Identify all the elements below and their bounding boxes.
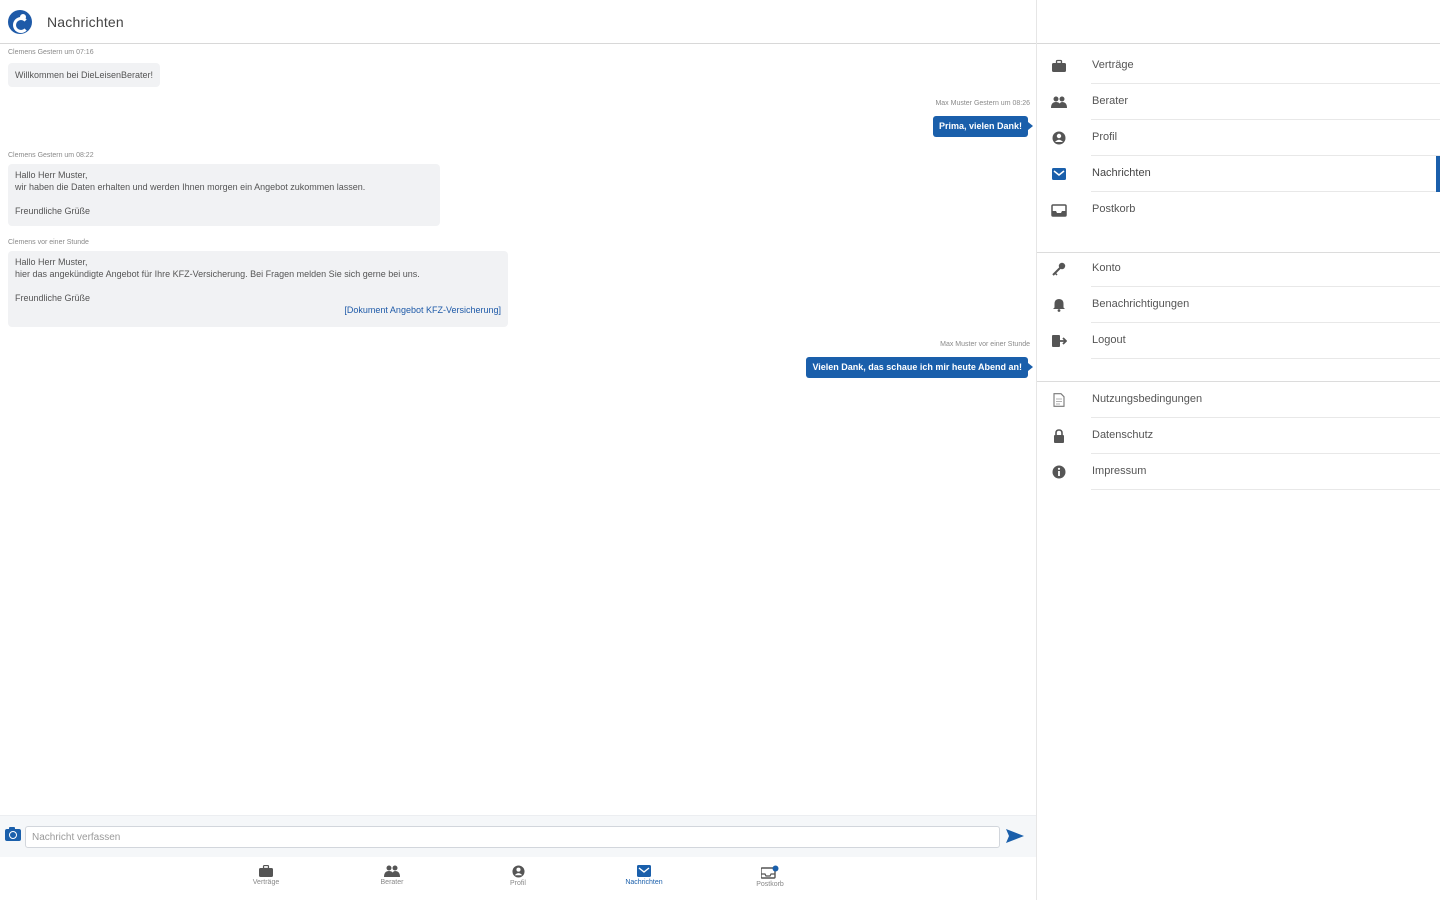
message-list[interactable]: Clemens Gestern um 07:16 Willkommen bei … (0, 45, 1036, 813)
message-text: Willkommen bei DieLeisenBerater! (15, 70, 154, 80)
message-meta: Max Muster Gestern um 08:26 (935, 100, 1030, 107)
camera-icon[interactable] (5, 827, 21, 841)
app-logo[interactable] (8, 9, 32, 34)
message-bubble-outgoing: Vielen Dank, das schaue ich mir heute Ab… (806, 357, 1033, 378)
tab-vertraege[interactable]: Verträge (226, 861, 306, 886)
info-icon (1052, 465, 1066, 479)
mail-icon (1052, 168, 1066, 180)
menu-item-nachrichten[interactable]: Nachrichten (1037, 156, 1440, 192)
lock-icon (1054, 429, 1064, 443)
menu-item-berater[interactable]: Berater (1037, 84, 1440, 120)
menu-item-benachrichtigungen[interactable]: Benachrichtigungen (1037, 287, 1440, 323)
menu-item-vertraege[interactable]: Verträge (1037, 48, 1440, 84)
divider (1091, 489, 1440, 490)
user-circle-icon (1052, 131, 1066, 145)
briefcase-icon (259, 865, 273, 877)
active-indicator (1436, 156, 1440, 192)
message-text: wir haben die Daten erhalten und werden … (15, 182, 366, 192)
mail-icon (637, 865, 651, 877)
key-icon (1052, 262, 1066, 276)
tab-berater[interactable]: Berater (352, 861, 432, 886)
side-menu: Verträge Berater Profil Nachrichten Post… (1036, 0, 1440, 900)
menu-item-label: Verträge (1092, 59, 1134, 71)
page-title: Nachrichten (47, 13, 124, 30)
menu-item-label: Postkorb (1092, 203, 1136, 215)
message-text: hier das angekündigte Angebot für Ihre K… (15, 269, 420, 279)
tab-profil[interactable]: Profil (478, 861, 558, 887)
divider (1091, 358, 1440, 359)
menu-item-logout[interactable]: Logout (1037, 323, 1440, 359)
logout-icon (1052, 335, 1067, 347)
user-circle-icon (511, 865, 525, 878)
briefcase-icon (1052, 59, 1066, 72)
app-header: Nachrichten (0, 0, 1036, 44)
app-window: Nachrichten Clemens Gestern um 07:16 Wil… (0, 0, 1440, 900)
tab-label: Postkorb (756, 881, 784, 888)
chat-panel: Nachrichten Clemens Gestern um 07:16 Wil… (0, 0, 1036, 900)
menu-item-label: Nachrichten (1092, 167, 1151, 179)
tab-nachrichten[interactable]: Nachrichten (604, 861, 684, 886)
menu-header (1037, 0, 1440, 44)
send-icon[interactable] (1005, 828, 1025, 844)
inbox-icon (1051, 204, 1067, 217)
menu-item-impressum[interactable]: Impressum (1037, 454, 1440, 490)
bell-icon (1053, 299, 1065, 312)
tab-label: Verträge (252, 879, 280, 886)
message-bubble-incoming: Willkommen bei DieLeisenBerater! (8, 63, 161, 87)
message-input[interactable] (25, 826, 1000, 848)
tab-label: Berater (380, 879, 404, 886)
message-meta: Clemens Gestern um 07:16 (8, 49, 94, 56)
message-composer (0, 815, 1036, 857)
menu-item-label: Benachrichtigungen (1092, 298, 1190, 310)
message-closing: Freundliche Grüße (15, 293, 91, 303)
document-icon (1053, 393, 1065, 407)
menu-item-profil[interactable]: Profil (1037, 120, 1440, 156)
menu-item-konto[interactable]: Konto (1037, 251, 1440, 287)
menu-item-label: Nutzungsbedingungen (1092, 393, 1203, 405)
message-meta: Clemens vor einer Stunde (8, 239, 89, 246)
menu-item-label: Profil (1092, 131, 1118, 143)
bottom-tab-bar: Verträge Berater Profil Nachrichten Post… (0, 857, 1036, 900)
tab-postkorb[interactable]: Postkorb (730, 861, 810, 888)
message-bubble-incoming: Hallo Herr Muster, wir haben die Daten e… (8, 164, 440, 226)
people-icon (1051, 96, 1067, 108)
message-text: Hallo Herr Muster, (15, 257, 88, 267)
menu-item-label: Datenschutz (1092, 429, 1154, 441)
menu-item-label: Impressum (1092, 465, 1147, 477)
people-icon (384, 865, 400, 877)
message-text: Hallo Herr Muster, (15, 170, 88, 180)
message-closing: Freundliche Grüße (15, 206, 91, 216)
menu-item-datenschutz[interactable]: Datenschutz (1037, 418, 1440, 454)
message-meta: Clemens Gestern um 08:22 (8, 152, 94, 159)
menu-item-label: Konto (1092, 262, 1121, 274)
menu-item-postkorb[interactable]: Postkorb (1037, 192, 1440, 228)
message-bubble-incoming: Hallo Herr Muster, hier das angekündigte… (8, 251, 508, 327)
tab-label: Profil (510, 880, 526, 887)
menu-item-nutzungsbedingungen[interactable]: Nutzungsbedingungen (1037, 382, 1440, 418)
menu-item-label: Berater (1092, 95, 1129, 107)
attachment-link[interactable]: [Dokument Angebot KFZ-Versicherung] (15, 304, 501, 316)
menu-item-label: Logout (1092, 334, 1126, 346)
inbox-icon (761, 865, 779, 879)
message-meta: Max Muster vor einer Stunde (940, 341, 1030, 348)
tab-label: Nachrichten (625, 879, 663, 886)
message-bubble-outgoing: Prima, vielen Dank! (932, 116, 1034, 137)
